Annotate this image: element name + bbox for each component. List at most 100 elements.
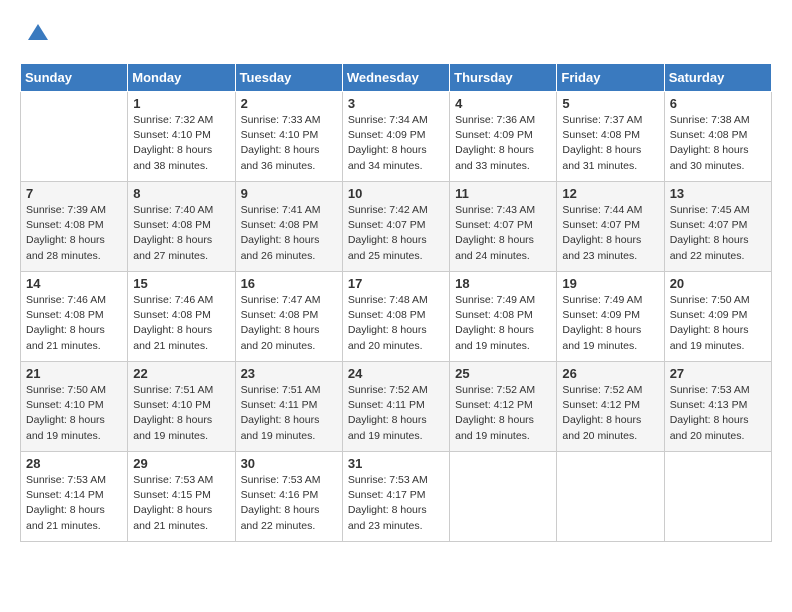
day-number: 12: [562, 186, 658, 201]
calendar-cell: 17 Sunrise: 7:48 AMSunset: 4:08 PMDayligh…: [342, 272, 449, 362]
day-info: Sunrise: 7:49 AMSunset: 4:08 PMDaylight:…: [455, 293, 551, 354]
day-number: 8: [133, 186, 229, 201]
day-info: Sunrise: 7:53 AMSunset: 4:14 PMDaylight:…: [26, 473, 122, 534]
day-number: 28: [26, 456, 122, 471]
logo-icon: [24, 20, 52, 48]
day-number: 18: [455, 276, 551, 291]
day-number: 19: [562, 276, 658, 291]
weekday-header-wednesday: Wednesday: [342, 64, 449, 92]
day-info: Sunrise: 7:43 AMSunset: 4:07 PMDaylight:…: [455, 203, 551, 264]
day-number: 1: [133, 96, 229, 111]
calendar-cell: 11Sunrise: 7:43 AMSunset: 4:07 PMDayligh…: [450, 182, 557, 272]
calendar-cell: 8 Sunrise: 7:40 AMSunset: 4:08 PMDaylight…: [128, 182, 235, 272]
day-number: 13: [670, 186, 766, 201]
day-number: 21: [26, 366, 122, 381]
day-info: Sunrise: 7:52 AMSunset: 4:12 PMDaylight:…: [562, 383, 658, 444]
day-info: Sunrise: 7:49 AMSunset: 4:09 PMDaylight:…: [562, 293, 658, 354]
calendar-cell: 10 Sunrise: 7:42 AMSunset: 4:07 PMDayligh…: [342, 182, 449, 272]
weekday-header-monday: Monday: [128, 64, 235, 92]
day-number: 15: [133, 276, 229, 291]
day-number: 16: [241, 276, 337, 291]
logo: [20, 20, 52, 53]
calendar-week-4: 21Sunrise: 7:50 AMSunset: 4:10 PMDayligh…: [21, 362, 772, 452]
calendar-cell: 22 Sunrise: 7:51 AMSunset: 4:10 PMDayligh…: [128, 362, 235, 452]
calendar-cell: [664, 452, 771, 542]
day-number: 9: [241, 186, 337, 201]
calendar-cell: 2Sunrise: 7:33 AMSunset: 4:10 PMDaylight…: [235, 92, 342, 182]
day-info: Sunrise: 7:40 AMSunset: 4:08 PMDaylight:…: [133, 203, 229, 264]
calendar-cell: [557, 452, 664, 542]
day-number: 3: [348, 96, 444, 111]
weekday-header-sunday: Sunday: [21, 64, 128, 92]
day-number: 7: [26, 186, 122, 201]
day-info: Sunrise: 7:33 AMSunset: 4:10 PMDaylight:…: [241, 113, 337, 174]
calendar-cell: 29Sunrise: 7:53 AMSunset: 4:15 PMDayligh…: [128, 452, 235, 542]
calendar-cell: 18 Sunrise: 7:49 AMSunset: 4:08 PMDayligh…: [450, 272, 557, 362]
calendar-week-5: 28 Sunrise: 7:53 AMSunset: 4:14 PMDayligh…: [21, 452, 772, 542]
calendar-cell: 16 Sunrise: 7:47 AMSunset: 4:08 PMDayligh…: [235, 272, 342, 362]
day-number: 6: [670, 96, 766, 111]
day-number: 30: [241, 456, 337, 471]
day-number: 29: [133, 456, 229, 471]
day-info: Sunrise: 7:48 AMSunset: 4:08 PMDaylight:…: [348, 293, 444, 354]
weekday-header-saturday: Saturday: [664, 64, 771, 92]
calendar-cell: 26 Sunrise: 7:52 AMSunset: 4:12 PMDayligh…: [557, 362, 664, 452]
day-info: Sunrise: 7:52 AMSunset: 4:12 PMDaylight:…: [455, 383, 551, 444]
calendar-cell: 28 Sunrise: 7:53 AMSunset: 4:14 PMDayligh…: [21, 452, 128, 542]
day-info: Sunrise: 7:46 AMSunset: 4:08 PMDaylight:…: [26, 293, 122, 354]
day-info: Sunrise: 7:42 AMSunset: 4:07 PMDaylight:…: [348, 203, 444, 264]
day-info: Sunrise: 7:38 AMSunset: 4:08 PMDaylight:…: [670, 113, 766, 174]
calendar-table: SundayMondayTuesdayWednesdayThursdayFrid…: [20, 63, 772, 542]
calendar-cell: [450, 452, 557, 542]
calendar-week-1: 1 Sunrise: 7:32 AMSunset: 4:10 PMDaylight…: [21, 92, 772, 182]
calendar-cell: 1 Sunrise: 7:32 AMSunset: 4:10 PMDaylight…: [128, 92, 235, 182]
calendar-cell: 14 Sunrise: 7:46 AMSunset: 4:08 PMDayligh…: [21, 272, 128, 362]
day-info: Sunrise: 7:50 AMSunset: 4:09 PMDaylight:…: [670, 293, 766, 354]
weekday-header-row: SundayMondayTuesdayWednesdayThursdayFrid…: [21, 64, 772, 92]
calendar-cell: 12 Sunrise: 7:44 AMSunset: 4:07 PMDayligh…: [557, 182, 664, 272]
day-info: Sunrise: 7:34 AMSunset: 4:09 PMDaylight:…: [348, 113, 444, 174]
day-number: 10: [348, 186, 444, 201]
day-info: Sunrise: 7:53 AMSunset: 4:16 PMDaylight:…: [241, 473, 337, 534]
calendar-cell: 9 Sunrise: 7:41 AMSunset: 4:08 PMDaylight…: [235, 182, 342, 272]
calendar-cell: 30 Sunrise: 7:53 AMSunset: 4:16 PMDayligh…: [235, 452, 342, 542]
weekday-header-tuesday: Tuesday: [235, 64, 342, 92]
day-info: Sunrise: 7:52 AMSunset: 4:11 PMDaylight:…: [348, 383, 444, 444]
day-info: Sunrise: 7:41 AMSunset: 4:08 PMDaylight:…: [241, 203, 337, 264]
day-info: Sunrise: 7:46 AMSunset: 4:08 PMDaylight:…: [133, 293, 229, 354]
day-info: Sunrise: 7:53 AMSunset: 4:17 PMDaylight:…: [348, 473, 444, 534]
calendar-cell: 21Sunrise: 7:50 AMSunset: 4:10 PMDayligh…: [21, 362, 128, 452]
day-number: 4: [455, 96, 551, 111]
day-info: Sunrise: 7:36 AMSunset: 4:09 PMDaylight:…: [455, 113, 551, 174]
day-number: 23: [241, 366, 337, 381]
day-number: 24: [348, 366, 444, 381]
day-number: 26: [562, 366, 658, 381]
calendar-cell: 27 Sunrise: 7:53 AMSunset: 4:13 PMDayligh…: [664, 362, 771, 452]
day-info: Sunrise: 7:53 AMSunset: 4:13 PMDaylight:…: [670, 383, 766, 444]
day-info: Sunrise: 7:37 AMSunset: 4:08 PMDaylight:…: [562, 113, 658, 174]
day-number: 5: [562, 96, 658, 111]
day-number: 27: [670, 366, 766, 381]
day-number: 20: [670, 276, 766, 291]
weekday-header-thursday: Thursday: [450, 64, 557, 92]
calendar-cell: 7 Sunrise: 7:39 AMSunset: 4:08 PMDaylight…: [21, 182, 128, 272]
calendar-week-3: 14 Sunrise: 7:46 AMSunset: 4:08 PMDayligh…: [21, 272, 772, 362]
day-info: Sunrise: 7:44 AMSunset: 4:07 PMDaylight:…: [562, 203, 658, 264]
calendar-cell: 3 Sunrise: 7:34 AMSunset: 4:09 PMDaylight…: [342, 92, 449, 182]
day-info: Sunrise: 7:39 AMSunset: 4:08 PMDaylight:…: [26, 203, 122, 264]
day-number: 17: [348, 276, 444, 291]
day-number: 22: [133, 366, 229, 381]
calendar-week-2: 7 Sunrise: 7:39 AMSunset: 4:08 PMDaylight…: [21, 182, 772, 272]
calendar-cell: 25Sunrise: 7:52 AMSunset: 4:12 PMDayligh…: [450, 362, 557, 452]
day-info: Sunrise: 7:51 AMSunset: 4:10 PMDaylight:…: [133, 383, 229, 444]
calendar-cell: 6 Sunrise: 7:38 AMSunset: 4:08 PMDaylight…: [664, 92, 771, 182]
day-info: Sunrise: 7:47 AMSunset: 4:08 PMDaylight:…: [241, 293, 337, 354]
weekday-header-friday: Friday: [557, 64, 664, 92]
day-number: 14: [26, 276, 122, 291]
calendar-cell: [21, 92, 128, 182]
day-info: Sunrise: 7:32 AMSunset: 4:10 PMDaylight:…: [133, 113, 229, 174]
calendar-cell: 13Sunrise: 7:45 AMSunset: 4:07 PMDayligh…: [664, 182, 771, 272]
calendar-cell: 23Sunrise: 7:51 AMSunset: 4:11 PMDayligh…: [235, 362, 342, 452]
page-header: [20, 20, 772, 53]
calendar-cell: 31Sunrise: 7:53 AMSunset: 4:17 PMDayligh…: [342, 452, 449, 542]
